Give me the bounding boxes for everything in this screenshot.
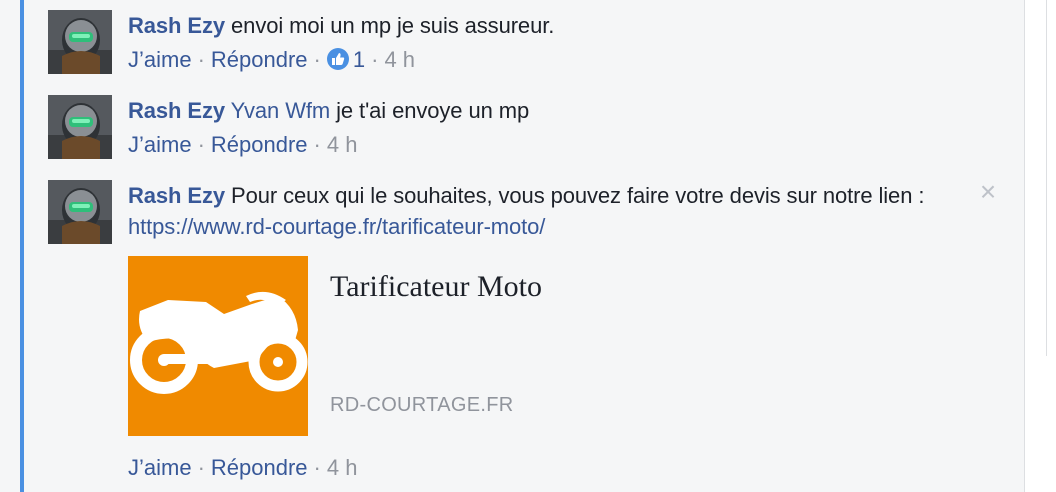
thumbs-up-icon[interactable]	[326, 48, 349, 70]
comment-message: envoi moi un mp je suis assureur.	[225, 13, 555, 38]
like-button[interactable]: J’aime	[128, 455, 192, 480]
comment-author[interactable]: Rash Ezy	[128, 183, 225, 208]
separator: ·	[313, 132, 321, 157]
reply-button[interactable]: Répondre	[211, 132, 308, 157]
comment-link[interactable]: https://www.rd-courtage.fr/tarificateur-…	[128, 214, 545, 239]
thread-indicator-bar	[20, 0, 24, 492]
preview-domain: RD-COURTAGE.FR	[330, 394, 514, 416]
reaction-count[interactable]: 1	[353, 47, 365, 72]
separator: ·	[371, 47, 379, 72]
avatar[interactable]	[48, 95, 112, 159]
comment-text: Rash Ezy envoi moi un mp je suis assureu…	[128, 10, 968, 41]
comment-author[interactable]: Rash Ezy	[128, 98, 225, 123]
avatar[interactable]	[48, 10, 112, 74]
comment-actions: J’aime · Répondre · 4 h	[128, 129, 968, 160]
comment-text: Rash Ezy Yvan Wfm je t'ai envoye un mp	[128, 95, 968, 126]
comment-message: je t'ai envoye un mp	[330, 98, 530, 123]
separator: ·	[197, 47, 205, 72]
separator: ·	[313, 47, 321, 72]
right-panel-border	[1024, 0, 1025, 492]
preview-title[interactable]: Tarificateur Moto	[330, 270, 542, 304]
reply-button[interactable]: Répondre	[211, 47, 308, 72]
reply-button[interactable]: Répondre	[211, 455, 308, 480]
motorcycle-icon[interactable]	[128, 256, 308, 436]
close-icon[interactable]: ×	[976, 178, 1000, 206]
mention-link[interactable]: Yvan Wfm	[231, 98, 331, 123]
avatar[interactable]	[48, 180, 112, 244]
comment-author[interactable]: Rash Ezy	[128, 13, 225, 38]
separator: ·	[313, 455, 321, 480]
link-preview[interactable]: Tarificateur Moto RD-COURTAGE.FR	[128, 256, 988, 436]
separator: ·	[197, 455, 205, 480]
comment-actions: J’aime · Répondre · 1 · 4 h	[128, 44, 968, 75]
right-panel-edge	[1024, 0, 1056, 492]
timestamp[interactable]: 4 h	[384, 47, 415, 72]
comment-text: Rash Ezy Pour ceux qui le souhaites, vou…	[128, 180, 968, 242]
like-button[interactable]: J’aime	[128, 47, 192, 72]
like-button[interactable]: J’aime	[128, 132, 192, 157]
timestamp[interactable]: 4 h	[327, 455, 358, 480]
comment-actions: J’aime · Répondre · 4 h	[128, 452, 968, 483]
right-scroll-track[interactable]	[1046, 0, 1047, 356]
separator: ·	[197, 132, 205, 157]
timestamp[interactable]: 4 h	[327, 132, 358, 157]
comment-message: Pour ceux qui le souhaites, vous pouvez …	[225, 183, 925, 208]
